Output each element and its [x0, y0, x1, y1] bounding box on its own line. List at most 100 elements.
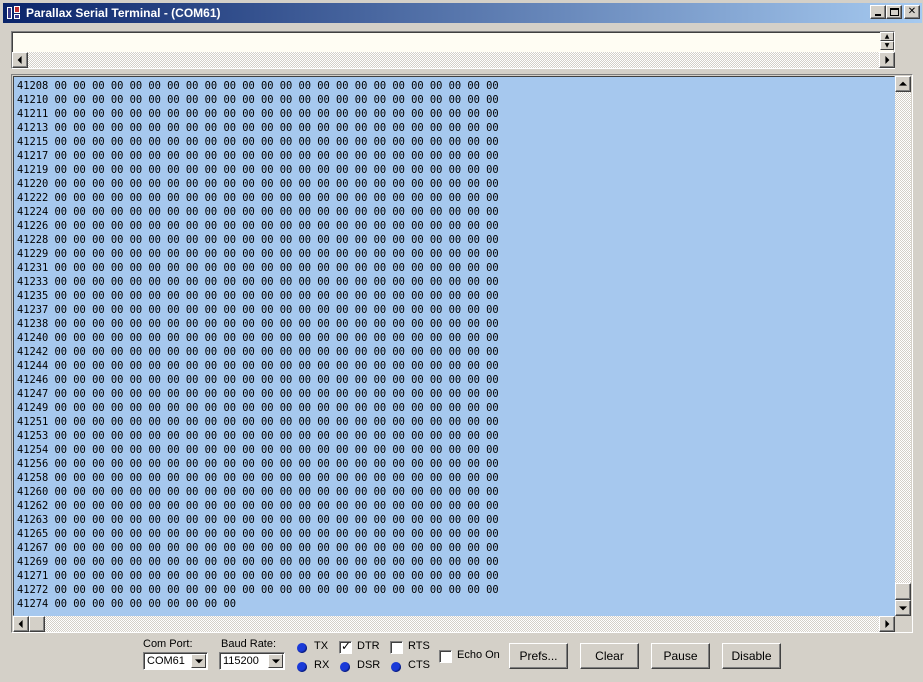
receive-line: 41244 00 00 00 00 00 00 00 00 00 00 00 0…: [17, 360, 505, 372]
maximize-icon: [890, 8, 899, 16]
receive-line: 41229 00 00 00 00 00 00 00 00 00 00 00 0…: [17, 248, 505, 260]
receive-line: 41260 00 00 00 00 00 00 00 00 00 00 00 0…: [17, 486, 505, 498]
receive-line: 41269 00 00 00 00 00 00 00 00 00 00 00 0…: [17, 556, 505, 568]
arrow-up-icon: [899, 81, 907, 86]
rx-label: RX: [314, 659, 330, 671]
baud-rate-select[interactable]: 115200: [219, 652, 285, 670]
receive-line: 41247 00 00 00 00 00 00 00 00 00 00 00 0…: [17, 388, 505, 400]
checkmark-icon: ✓: [341, 639, 352, 653]
receive-line: 41254 00 00 00 00 00 00 00 00 00 00 00 0…: [17, 444, 505, 456]
echo-on-label: Echo On: [457, 649, 500, 661]
transmit-horizontal-scrollbar[interactable]: [12, 52, 895, 68]
chevron-down-icon: [271, 659, 280, 664]
title-bar[interactable]: Parallax Serial Terminal - (COM61) ✕: [3, 3, 922, 23]
transmit-scroll-left-button[interactable]: [12, 52, 28, 68]
receive-line: 41210 00 00 00 00 00 00 00 00 00 00 00 0…: [17, 94, 505, 106]
receive-line: 41222 00 00 00 00 00 00 00 00 00 00 00 0…: [17, 192, 505, 204]
receive-line: 41271 00 00 00 00 00 00 00 00 00 00 00 0…: [17, 570, 505, 582]
receive-scroll-thumb[interactable]: [895, 583, 911, 600]
close-button[interactable]: ✕: [904, 5, 920, 19]
arrow-left-icon: [18, 620, 23, 628]
terminal-window: Parallax Serial Terminal - (COM61) ✕ ▲ ▼: [0, 0, 923, 682]
receive-scroll-right-button[interactable]: [879, 616, 895, 632]
arrow-left-icon: [17, 56, 22, 64]
receive-line: 41226 00 00 00 00 00 00 00 00 00 00 00 0…: [17, 220, 505, 232]
receive-line: 41240 00 00 00 00 00 00 00 00 00 00 00 0…: [17, 332, 505, 344]
clear-button[interactable]: Clear: [580, 643, 639, 669]
receive-vertical-scrollbar[interactable]: [895, 76, 911, 616]
receive-line: 41274 00 00 00 00 00 00 00 00 00 00: [17, 598, 243, 610]
receive-line: 41263 00 00 00 00 00 00 00 00 00 00 00 0…: [17, 514, 505, 526]
com-port-select[interactable]: COM61: [143, 652, 208, 670]
rx-led-icon: [297, 662, 307, 672]
com-port-dropdown-button[interactable]: [191, 654, 206, 668]
tx-label: TX: [314, 640, 329, 652]
receive-line: 41213 00 00 00 00 00 00 00 00 00 00 00 0…: [17, 122, 505, 134]
receive-scroll-down-button[interactable]: [895, 600, 911, 616]
rts-label: RTS: [408, 640, 430, 652]
receive-line: 41208 00 00 00 00 00 00 00 00 00 00 00 0…: [17, 80, 505, 92]
transmit-vertical-scrollbar[interactable]: ▲ ▼: [880, 32, 894, 50]
receive-line: 41238 00 00 00 00 00 00 00 00 00 00 00 0…: [17, 318, 505, 330]
baud-rate-dropdown-button[interactable]: [268, 654, 283, 668]
dsr-led-icon: [340, 662, 350, 672]
disable-button[interactable]: Disable: [722, 643, 781, 669]
receive-line: 41251 00 00 00 00 00 00 00 00 00 00 00 0…: [17, 416, 505, 428]
receive-pane[interactable]: 41208 00 00 00 00 00 00 00 00 00 00 00 0…: [11, 74, 913, 633]
receive-text-area[interactable]: 41208 00 00 00 00 00 00 00 00 00 00 00 0…: [13, 76, 895, 616]
receive-line: 41235 00 00 00 00 00 00 00 00 00 00 00 0…: [17, 290, 505, 302]
window-title: Parallax Serial Terminal - (COM61): [26, 6, 221, 20]
receive-line: 41246 00 00 00 00 00 00 00 00 00 00 00 0…: [17, 374, 505, 386]
tx-led-icon: [297, 643, 307, 653]
receive-line: 41253 00 00 00 00 00 00 00 00 00 00 00 0…: [17, 430, 505, 442]
receive-line: 41219 00 00 00 00 00 00 00 00 00 00 00 0…: [17, 164, 505, 176]
receive-line: 41258 00 00 00 00 00 00 00 00 00 00 00 0…: [17, 472, 505, 484]
minimize-button[interactable]: [870, 5, 886, 19]
receive-horizontal-scrollbar[interactable]: [13, 616, 895, 632]
arrow-down-icon: [899, 606, 907, 611]
transmit-scroll-right-button[interactable]: [879, 52, 895, 68]
prefs-button[interactable]: Prefs...: [509, 643, 568, 669]
com-port-label: Com Port:: [143, 638, 193, 650]
receive-line: 41237 00 00 00 00 00 00 00 00 00 00 00 0…: [17, 304, 505, 316]
dtr-label: DTR: [357, 640, 380, 652]
close-icon: ✕: [907, 6, 917, 17]
receive-line: 41215 00 00 00 00 00 00 00 00 00 00 00 0…: [17, 136, 505, 148]
app-icon: [6, 5, 22, 21]
receive-line: 41242 00 00 00 00 00 00 00 00 00 00 00 0…: [17, 346, 505, 358]
receive-line: 41272 00 00 00 00 00 00 00 00 00 00 00 0…: [17, 584, 505, 596]
transmit-scroll-up-icon[interactable]: ▲: [880, 32, 894, 41]
control-bar: Com Port: COM61 Baud Rate: 115200 TX RX …: [1, 635, 923, 682]
receive-scroll-left-button[interactable]: [13, 616, 29, 632]
receive-scroll-up-button[interactable]: [895, 76, 911, 92]
baud-rate-label: Baud Rate:: [221, 638, 277, 650]
cts-label: CTS: [408, 659, 430, 671]
maximize-button[interactable]: [886, 5, 902, 19]
baud-rate-value: 115200: [223, 655, 259, 667]
arrow-right-icon: [885, 620, 890, 628]
receive-line: 41231 00 00 00 00 00 00 00 00 00 00 00 0…: [17, 262, 505, 274]
receive-line: 41233 00 00 00 00 00 00 00 00 00 00 00 0…: [17, 276, 505, 288]
receive-hscroll-thumb[interactable]: [29, 616, 45, 632]
receive-line: 41217 00 00 00 00 00 00 00 00 00 00 00 0…: [17, 150, 505, 162]
receive-line: 41211 00 00 00 00 00 00 00 00 00 00 00 0…: [17, 108, 505, 120]
arrow-right-icon: [885, 56, 890, 64]
receive-line: 41267 00 00 00 00 00 00 00 00 00 00 00 0…: [17, 542, 505, 554]
receive-line: 41224 00 00 00 00 00 00 00 00 00 00 00 0…: [17, 206, 505, 218]
receive-line: 41220 00 00 00 00 00 00 00 00 00 00 00 0…: [17, 178, 505, 190]
minimize-icon: [875, 14, 881, 16]
receive-line: 41265 00 00 00 00 00 00 00 00 00 00 00 0…: [17, 528, 505, 540]
dsr-label: DSR: [357, 659, 381, 671]
receive-line: 41228 00 00 00 00 00 00 00 00 00 00 00 0…: [17, 234, 505, 246]
echo-on-checkbox[interactable]: [439, 650, 452, 663]
pause-button[interactable]: Pause: [651, 643, 710, 669]
dtr-checkbox[interactable]: ✓: [339, 639, 352, 654]
com-port-value: COM61: [147, 655, 185, 667]
receive-lines: 41208 00 00 00 00 00 00 00 00 00 00 00 0…: [14, 77, 894, 611]
rts-checkbox[interactable]: [390, 641, 403, 654]
receive-line: 41262 00 00 00 00 00 00 00 00 00 00 00 0…: [17, 500, 505, 512]
transmit-scroll-down-icon[interactable]: ▼: [880, 41, 894, 50]
cts-led-icon: [391, 662, 401, 672]
chevron-down-icon: [194, 659, 203, 664]
receive-line: 41249 00 00 00 00 00 00 00 00 00 00 00 0…: [17, 402, 505, 414]
